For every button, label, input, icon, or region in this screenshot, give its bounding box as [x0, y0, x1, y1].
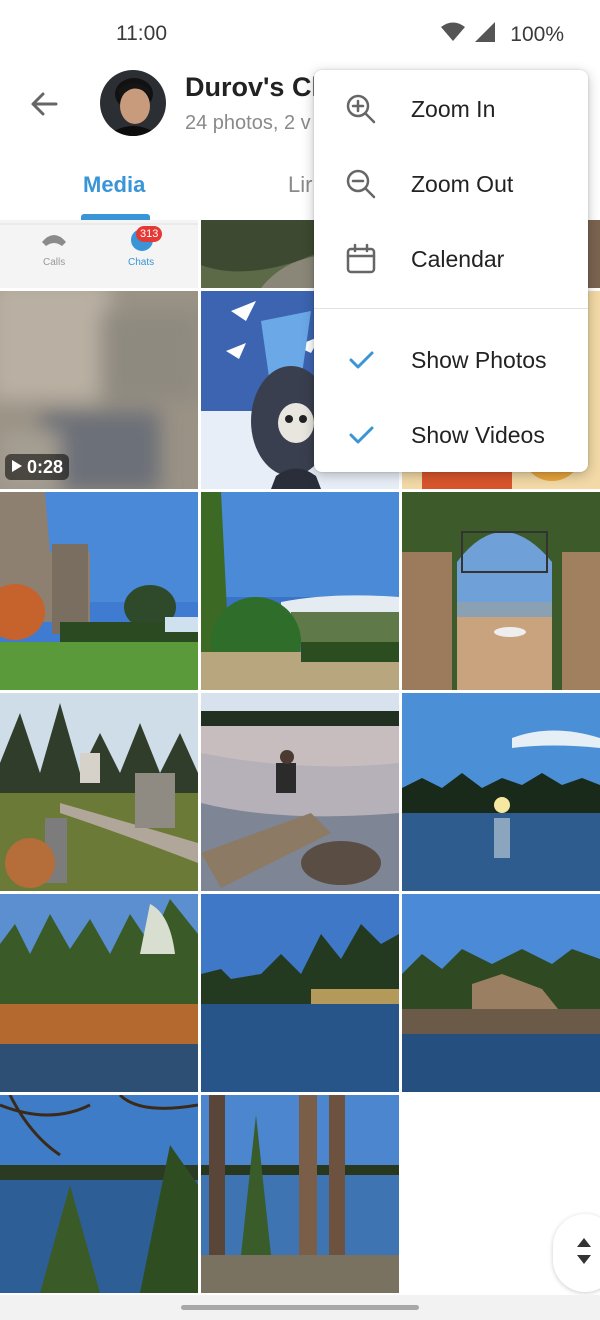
zoom-in-icon	[344, 92, 378, 126]
thumb-calls-label: Calls	[43, 257, 66, 268]
video-duration: 0:28	[27, 456, 64, 477]
media-thumb-lake-reeds[interactable]	[201, 894, 399, 1092]
menu-label-show-videos: Show Videos	[411, 421, 545, 448]
back-arrow-icon	[29, 89, 59, 124]
media-thumb-autumn-forest[interactable]	[0, 894, 198, 1092]
status-time: 11:00	[116, 22, 167, 45]
chat-subtitle: 24 photos, 2 v	[185, 112, 311, 134]
menu-item-show-photos[interactable]: Show Photos	[314, 323, 588, 397]
menu-item-calendar[interactable]: Calendar	[314, 222, 588, 296]
menu-label-show-photos: Show Photos	[411, 346, 547, 373]
media-thumb-lake-branches[interactable]	[0, 1095, 198, 1293]
menu-label-calendar: Calendar	[411, 245, 505, 272]
status-bar: 11:00 100%	[0, 0, 600, 68]
media-thumb-rocky-island[interactable]	[402, 894, 600, 1092]
video-duration-badge: 0:28	[5, 454, 70, 480]
media-thumb-archway[interactable]	[402, 492, 600, 690]
media-thumb-pine-trunks[interactable]	[201, 1095, 399, 1293]
media-thumb-castle[interactable]	[0, 492, 198, 690]
media-thumb-telegram-screenshot[interactable]: Calls Chats 313	[0, 220, 198, 288]
fast-scroll-button[interactable]	[553, 1214, 600, 1292]
thumb-chats-badge: 313	[136, 226, 163, 242]
chat-title[interactable]: Durov's Ch	[185, 72, 328, 103]
avatar[interactable]	[100, 70, 166, 136]
check-icon	[344, 418, 378, 452]
media-thumb-valley[interactable]	[201, 492, 399, 690]
menu-item-zoom-in[interactable]: Zoom In	[314, 72, 588, 146]
signal-icon	[474, 21, 496, 48]
tab-media[interactable]: Media	[83, 172, 145, 198]
menu-divider	[314, 308, 588, 309]
home-gesture-handle[interactable]	[181, 1305, 419, 1310]
menu-item-show-videos[interactable]: Show Videos	[314, 398, 588, 472]
battery-level: 100%	[510, 22, 564, 46]
media-thumb-cemetery[interactable]	[0, 693, 198, 891]
thumb-chats-label: Chats	[128, 257, 155, 268]
calendar-icon	[344, 242, 378, 276]
menu-label-zoom-in: Zoom In	[411, 95, 496, 122]
status-icons: 100%	[440, 21, 564, 48]
wifi-icon	[440, 21, 466, 48]
sort-arrows-icon	[575, 1237, 593, 1270]
media-thumb-lake-sunset[interactable]	[402, 693, 600, 891]
overflow-menu: Zoom In Zoom Out Calendar Show Photos Sh…	[314, 70, 588, 472]
back-button[interactable]	[22, 84, 66, 128]
menu-label-zoom-out: Zoom Out	[411, 170, 514, 197]
play-icon	[11, 457, 23, 478]
menu-item-zoom-out[interactable]: Zoom Out	[314, 147, 588, 221]
system-nav-bar	[0, 1295, 600, 1320]
media-thumb-dock-person[interactable]	[201, 693, 399, 891]
zoom-out-icon	[344, 167, 378, 201]
check-icon	[344, 343, 378, 377]
media-thumb-video[interactable]: 0:28	[0, 291, 198, 489]
tab-links[interactable]: Lir	[288, 172, 312, 198]
